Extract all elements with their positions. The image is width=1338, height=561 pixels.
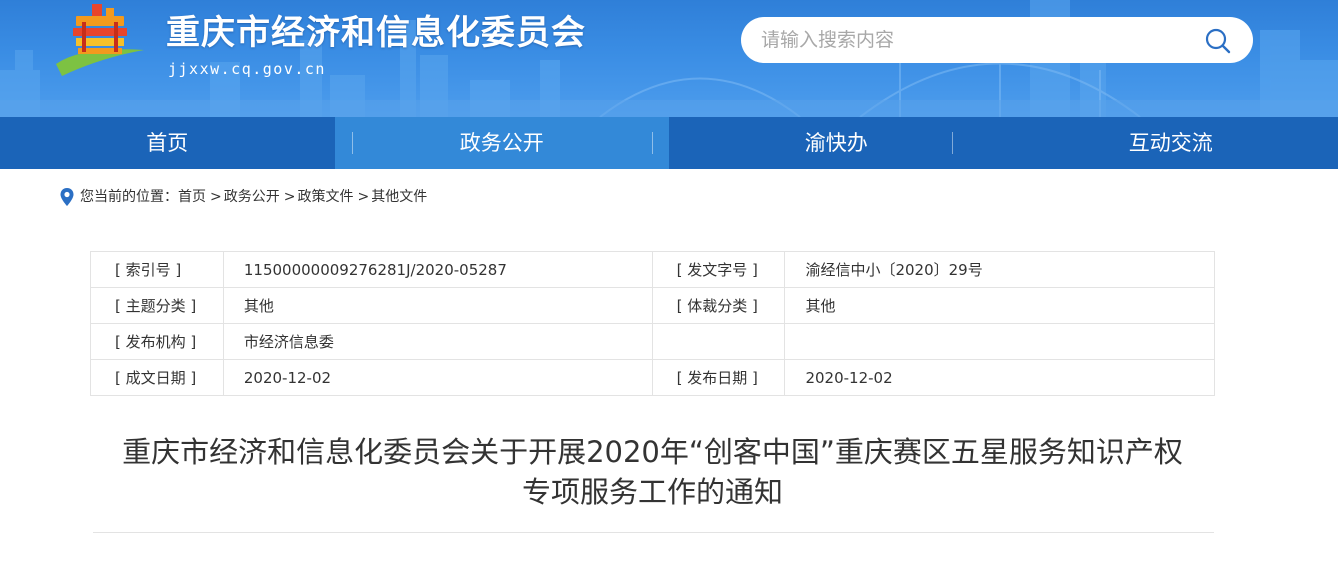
article-title: 重庆市经济和信息化委员会关于开展2020年“创客中国”重庆赛区五星服务知识产权 … [90,432,1215,512]
document-meta-table: [ 索引号 ] 11500000009276281J/2020-05287 [ … [90,251,1215,396]
location-pin-icon [60,188,74,206]
table-row: [ 成文日期 ] 2020-12-02 [ 发布日期 ] 2020-12-02 [90,359,1215,396]
nav-item-interaction[interactable]: 互动交流 [1004,117,1338,169]
breadcrumb-item-policy-documents[interactable]: 政策文件 [297,186,353,208]
meta-value-issuing-agency: 市经济信息委 [222,323,653,360]
nav-divider [352,132,353,154]
table-row: [ 主题分类 ] 其他 [ 体裁分类 ] 其他 [90,287,1215,324]
breadcrumb-prefix: 您当前的位置： [80,189,178,205]
site-header: 重庆市经济和信息化委员会 jjxxw.cq.gov.cn [0,0,1338,117]
nav-divider [952,132,953,154]
meta-label-document-number: [ 发文字号 ] [651,251,786,288]
meta-label-genre-category: [ 体裁分类 ] [651,287,786,324]
meta-value-document-number: 渝经信中小〔2020〕29号 [784,251,1215,288]
meta-value-written-date: 2020-12-02 [222,359,653,396]
table-row: [ 索引号 ] 11500000009276281J/2020-05287 [ … [90,251,1215,288]
meta-value-publish-date: 2020-12-02 [784,359,1215,396]
meta-label-empty [651,323,786,360]
search-input[interactable] [741,17,1191,63]
main-nav: 首页 政务公开 渝快办 互动交流 [0,117,1338,169]
site-domain: jjxxw.cq.gov.cn [168,60,326,78]
article-title-line: 专项服务工作的通知 [521,475,783,509]
search-box [741,17,1253,63]
breadcrumb-separator: > [357,189,370,205]
breadcrumb-item-government-affairs[interactable]: 政务公开 [224,186,280,208]
meta-label-publish-date: [ 发布日期 ] [651,359,786,396]
title-divider [93,532,1214,533]
meta-value-genre-category: 其他 [784,287,1215,324]
nav-item-yukuaiban[interactable]: 渝快办 [669,117,1004,169]
nav-item-home[interactable]: 首页 [0,117,335,169]
breadcrumb: 您当前的位置： 首页 > 政务公开 > 政策文件 > 其他文件 [60,186,427,208]
meta-value-index-number: 11500000009276281J/2020-05287 [222,251,653,288]
meta-value-subject-category: 其他 [222,287,653,324]
meta-label-index-number: [ 索引号 ] [90,251,224,288]
nav-item-government-affairs[interactable]: 政务公开 [334,117,669,169]
article-title-line: 重庆市经济和信息化委员会关于开展2020年“创客中国”重庆赛区五星服务知识产权 [122,435,1183,469]
breadcrumb-item-other-documents[interactable]: 其他文件 [371,186,427,208]
search-icon[interactable] [1203,26,1233,56]
site-logo-icon [56,4,144,76]
meta-value-empty [784,323,1215,360]
meta-label-subject-category: [ 主题分类 ] [90,287,224,324]
meta-label-written-date: [ 成文日期 ] [90,359,224,396]
breadcrumb-item-home[interactable]: 首页 [178,186,206,208]
site-title[interactable]: 重庆市经济和信息化委员会 [166,10,586,56]
table-row: [ 发布机构 ] 市经济信息委 [90,323,1215,360]
breadcrumb-separator: > [210,189,222,205]
nav-divider [652,132,653,154]
breadcrumb-separator: > [283,189,296,205]
meta-label-issuing-agency: [ 发布机构 ] [90,323,224,360]
